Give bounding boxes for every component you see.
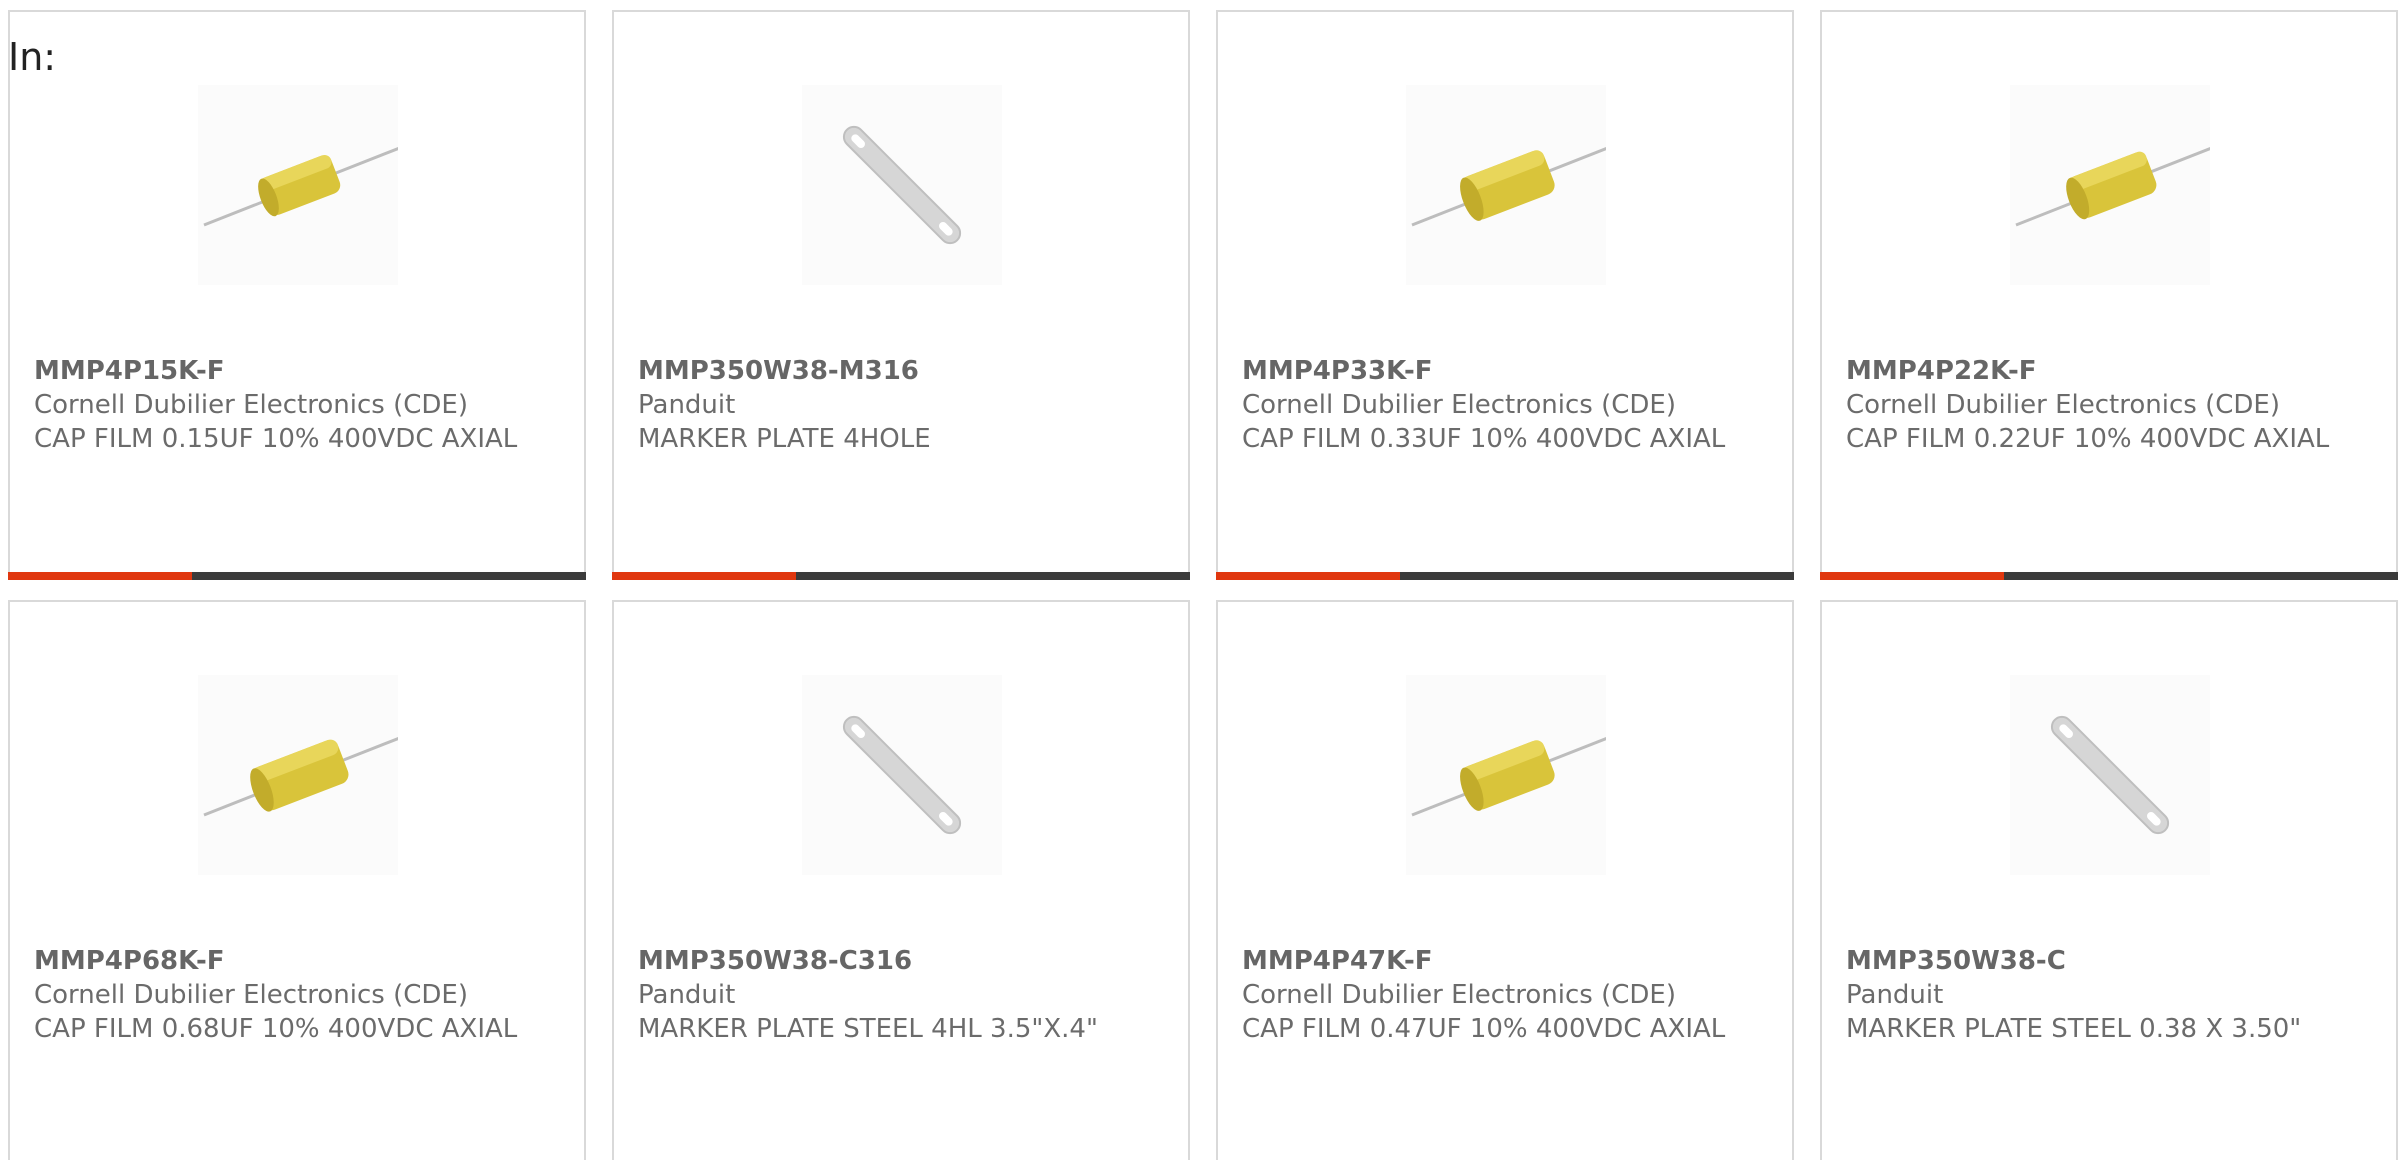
filter-label: In: — [8, 35, 57, 79]
part-number-link[interactable]: MMP4P68K-F — [34, 946, 225, 976]
card-accent-bar — [612, 572, 1190, 580]
product-description: CAP FILM 0.15UF 10% 400VDC AXIAL — [34, 424, 518, 454]
manufacturer-name: Cornell Dubilier Electronics (CDE) — [1242, 390, 1676, 420]
product-description: MARKER PLATE 4HOLE — [638, 424, 931, 454]
product-card[interactable]: MMP4P22K-F Cornell Dubilier Electronics … — [1820, 10, 2398, 580]
product-card[interactable]: MMP350W38-C316 Panduit MARKER PLATE STEE… — [612, 600, 1190, 1160]
product-card[interactable]: MMP4P33K-F Cornell Dubilier Electronics … — [1216, 10, 1794, 580]
manufacturer-name: Panduit — [1846, 980, 1944, 1010]
capacitor-image[interactable] — [1406, 85, 1606, 285]
card-accent-bar — [1820, 572, 2398, 580]
marker-plate-image[interactable] — [802, 85, 1002, 285]
product-info: MMP4P68K-F Cornell Dubilier Electronics … — [34, 944, 554, 1046]
product-card[interactable]: MMP4P47K-F Cornell Dubilier Electronics … — [1216, 600, 1794, 1160]
product-info: MMP4P33K-F Cornell Dubilier Electronics … — [1242, 354, 1762, 456]
product-card[interactable]: MMP350W38-C Panduit MARKER PLATE STEEL 0… — [1820, 600, 2398, 1160]
product-info: MMP350W38-M316 Panduit MARKER PLATE 4HOL… — [638, 354, 1158, 456]
capacitor-image[interactable] — [198, 675, 398, 875]
manufacturer-name: Panduit — [638, 390, 736, 420]
part-number-link[interactable]: MMP4P47K-F — [1242, 946, 1433, 976]
product-info: MMP350W38-C Panduit MARKER PLATE STEEL 0… — [1846, 944, 2366, 1046]
product-description: CAP FILM 0.33UF 10% 400VDC AXIAL — [1242, 424, 1726, 454]
part-number-link[interactable]: MMP4P22K-F — [1846, 356, 2037, 386]
capacitor-image[interactable] — [1406, 675, 1606, 875]
card-accent-bar — [8, 572, 586, 580]
product-description: MARKER PLATE STEEL 4HL 3.5"X.4" — [638, 1014, 1098, 1044]
product-card[interactable]: MMP4P68K-F Cornell Dubilier Electronics … — [8, 600, 586, 1160]
product-description: CAP FILM 0.22UF 10% 400VDC AXIAL — [1846, 424, 2330, 454]
product-grid: MMP4P15K-F Cornell Dubilier Electronics … — [0, 0, 2400, 1160]
part-number-link[interactable]: MMP350W38-M316 — [638, 356, 919, 386]
capacitor-image[interactable] — [2010, 85, 2210, 285]
product-info: MMP4P47K-F Cornell Dubilier Electronics … — [1242, 944, 1762, 1046]
manufacturer-name: Cornell Dubilier Electronics (CDE) — [34, 390, 468, 420]
part-number-link[interactable]: MMP350W38-C316 — [638, 946, 912, 976]
product-card[interactable]: MMP350W38-M316 Panduit MARKER PLATE 4HOL… — [612, 10, 1190, 580]
product-description: CAP FILM 0.68UF 10% 400VDC AXIAL — [34, 1014, 518, 1044]
product-info: MMP4P15K-F Cornell Dubilier Electronics … — [34, 354, 554, 456]
product-description: CAP FILM 0.47UF 10% 400VDC AXIAL — [1242, 1014, 1726, 1044]
product-card[interactable]: MMP4P15K-F Cornell Dubilier Electronics … — [8, 10, 586, 580]
marker-plate-image[interactable] — [802, 675, 1002, 875]
product-info: MMP4P22K-F Cornell Dubilier Electronics … — [1846, 354, 2366, 456]
capacitor-image[interactable] — [198, 85, 398, 285]
product-description: MARKER PLATE STEEL 0.38 X 3.50" — [1846, 1014, 2302, 1044]
manufacturer-name: Cornell Dubilier Electronics (CDE) — [1846, 390, 2280, 420]
marker-plate-image[interactable] — [2010, 675, 2210, 875]
card-accent-bar — [1216, 572, 1794, 580]
part-number-link[interactable]: MMP350W38-C — [1846, 946, 2066, 976]
part-number-link[interactable]: MMP4P15K-F — [34, 356, 225, 386]
manufacturer-name: Cornell Dubilier Electronics (CDE) — [34, 980, 468, 1010]
part-number-link[interactable]: MMP4P33K-F — [1242, 356, 1433, 386]
manufacturer-name: Cornell Dubilier Electronics (CDE) — [1242, 980, 1676, 1010]
product-info: MMP350W38-C316 Panduit MARKER PLATE STEE… — [638, 944, 1158, 1046]
manufacturer-name: Panduit — [638, 980, 736, 1010]
